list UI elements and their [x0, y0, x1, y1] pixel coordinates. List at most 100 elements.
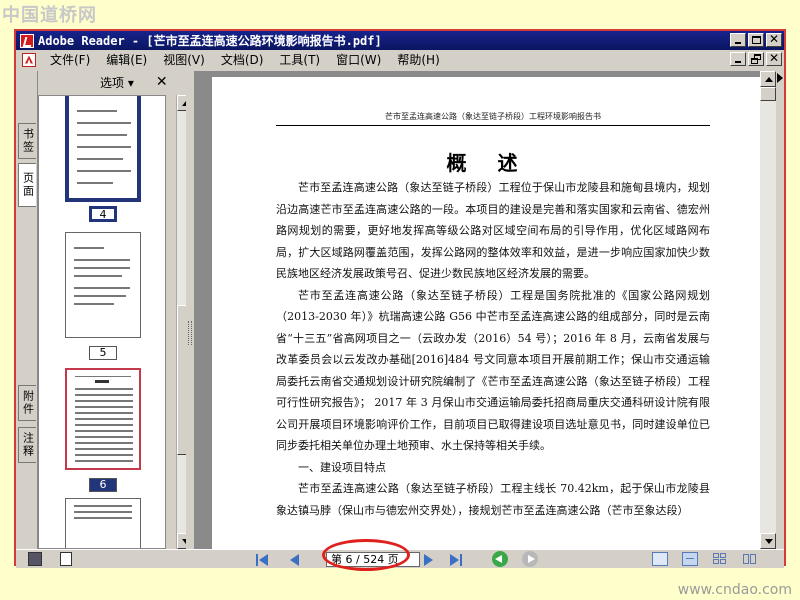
scroll-thumb[interactable] [760, 87, 776, 101]
previous-page-icon [290, 554, 299, 566]
minimize-icon [735, 61, 741, 63]
menu-help[interactable]: 帮助(H) [389, 51, 447, 68]
page-indicator-highlight-oval [322, 539, 410, 571]
continuous-facing-icon-2 [750, 554, 756, 564]
thumb-text-line [77, 134, 127, 136]
thumb-text-line [75, 436, 133, 438]
menu-file[interactable]: 文件(F) [42, 51, 98, 68]
menu-tools[interactable]: 工具(T) [271, 51, 328, 68]
document-view: 芒市至孟连高速公路（象达至链子桥段）工程环境影响报告书 概 述 芒市至孟连高速公… [194, 71, 760, 549]
first-page-arrow-icon [259, 554, 268, 566]
doc-minimize-button[interactable] [730, 52, 746, 66]
previous-page-button[interactable] [286, 552, 304, 567]
thumb-text-line [74, 287, 130, 289]
thumb-text-line [75, 460, 133, 462]
panel-arrow-icon[interactable] [777, 73, 783, 83]
panel-splitter[interactable] [186, 71, 194, 549]
thumb-text-line [77, 122, 131, 124]
paragraph: 芒市至孟连高速公路（象达至链子桥段）工程位于保山市龙陵县和施甸县境内，规划沿边高… [276, 181, 710, 280]
forward-arrow-icon [528, 555, 535, 563]
page-icon[interactable] [60, 552, 72, 566]
document-scrollbar[interactable] [760, 71, 776, 549]
watermark-top: 中国道桥网 [2, 5, 97, 26]
tab-bookmarks[interactable]: 书签 [18, 123, 36, 159]
thumb-text-line [95, 380, 109, 383]
tab-attachments[interactable]: 附件 [18, 385, 36, 421]
thumb-text-line [75, 448, 133, 450]
continuous-view-icon [686, 558, 694, 559]
menu-edit[interactable]: 编辑(E) [98, 51, 155, 68]
thumb-text-line [75, 376, 131, 377]
facing-view-icon [713, 553, 719, 558]
menu-bar: 文件(F) 编辑(E) 视图(V) 文档(D) 工具(T) 窗口(W) 帮助(H… [16, 50, 784, 69]
page-number-label: 5 [89, 346, 117, 360]
splitter-grip-icon [188, 321, 192, 345]
pdf-page: 芒市至孟连高速公路（象达至链子桥段）工程环境影响报告书 概 述 芒市至孟连高速公… [212, 77, 760, 549]
last-page-icon [460, 554, 462, 566]
maximize-button[interactable] [748, 33, 764, 47]
close-icon: ✕ [769, 32, 780, 46]
go-back-button[interactable] [492, 551, 508, 567]
first-page-icon [256, 554, 258, 566]
facing-view-icon-3 [713, 559, 719, 564]
document-icon[interactable] [28, 552, 42, 566]
single-page-view-button[interactable] [652, 552, 668, 566]
page-thumbnail-5[interactable] [65, 232, 141, 338]
thumb-text-line [75, 424, 133, 426]
menu-view[interactable]: 视图(V) [155, 51, 213, 68]
paragraph: 芒市至孟连高速公路（象达至链子桥段）工程是国务院批准的《国家公路网规划（2013… [276, 288, 710, 453]
reader-window: Adobe Reader - [芒市至孟连高速公路环境影响报告书.pdf] ✕ … [14, 29, 786, 568]
thumbnail-panel: 选项 ▾ ✕ 4 5 6 [38, 71, 193, 549]
thumb-text-line [75, 400, 133, 402]
right-rail [776, 71, 784, 549]
navigation-tabs-strip: 书签 页面 附件 注释 [16, 71, 38, 549]
continuous-facing-icon [743, 554, 749, 564]
close-window-button[interactable]: ✕ [766, 32, 782, 47]
thumb-text-line [74, 247, 104, 249]
thumbnail-list: 4 5 6 [38, 95, 166, 549]
adobe-reader-icon [20, 33, 34, 48]
options-dropdown[interactable]: 选项 ▾ [100, 74, 134, 91]
continuous-facing-view-button[interactable] [742, 552, 758, 566]
thumb-text-line [75, 388, 133, 390]
thumb-text-line [75, 430, 133, 432]
window-title: Adobe Reader - [芒市至孟连高速公路环境影响报告书.pdf] [38, 34, 382, 48]
tab-pages[interactable]: 页面 [18, 163, 36, 207]
thumb-text-line [74, 517, 132, 519]
page-number-label: 4 [89, 206, 117, 222]
tab-comments[interactable]: 注释 [18, 427, 36, 463]
next-page-button[interactable] [420, 552, 438, 567]
thumb-text-line [75, 412, 133, 414]
continuous-view-button[interactable] [682, 552, 698, 566]
document-controls: ✕ [730, 51, 782, 66]
menu-window[interactable]: 窗口(W) [328, 51, 389, 68]
scroll-down-icon[interactable] [760, 533, 776, 549]
page-thumbnail-4[interactable] [65, 96, 141, 202]
facing-view-button[interactable] [712, 552, 728, 566]
close-panel-icon[interactable]: ✕ [156, 74, 168, 90]
close-icon: ✕ [769, 51, 780, 65]
page-thumbnail-7[interactable] [65, 498, 141, 548]
thumb-text-line [74, 505, 132, 507]
facing-view-icon-4 [720, 559, 726, 564]
back-arrow-icon [495, 555, 502, 563]
thumb-text-line [75, 442, 133, 444]
go-forward-button[interactable] [522, 551, 538, 567]
page-thumbnail-6[interactable] [65, 368, 141, 470]
thumb-text-line [77, 110, 117, 112]
thumb-text-line [77, 182, 113, 184]
window-controls: ✕ [730, 32, 782, 47]
pdf-logo-icon [22, 52, 36, 67]
menu-document[interactable]: 文档(D) [213, 51, 272, 68]
thumb-text-line [74, 511, 132, 513]
last-page-button[interactable] [448, 552, 466, 567]
scroll-up-icon[interactable] [760, 71, 776, 87]
thumb-text-line [75, 406, 133, 408]
doc-close-button[interactable]: ✕ [766, 51, 782, 66]
minimize-button[interactable] [730, 33, 746, 47]
thumb-text-line [77, 146, 131, 148]
first-page-button[interactable] [254, 552, 272, 567]
doc-restore-button[interactable] [748, 52, 764, 66]
minimize-icon [735, 42, 741, 44]
page-number-label-selected: 6 [89, 478, 117, 492]
